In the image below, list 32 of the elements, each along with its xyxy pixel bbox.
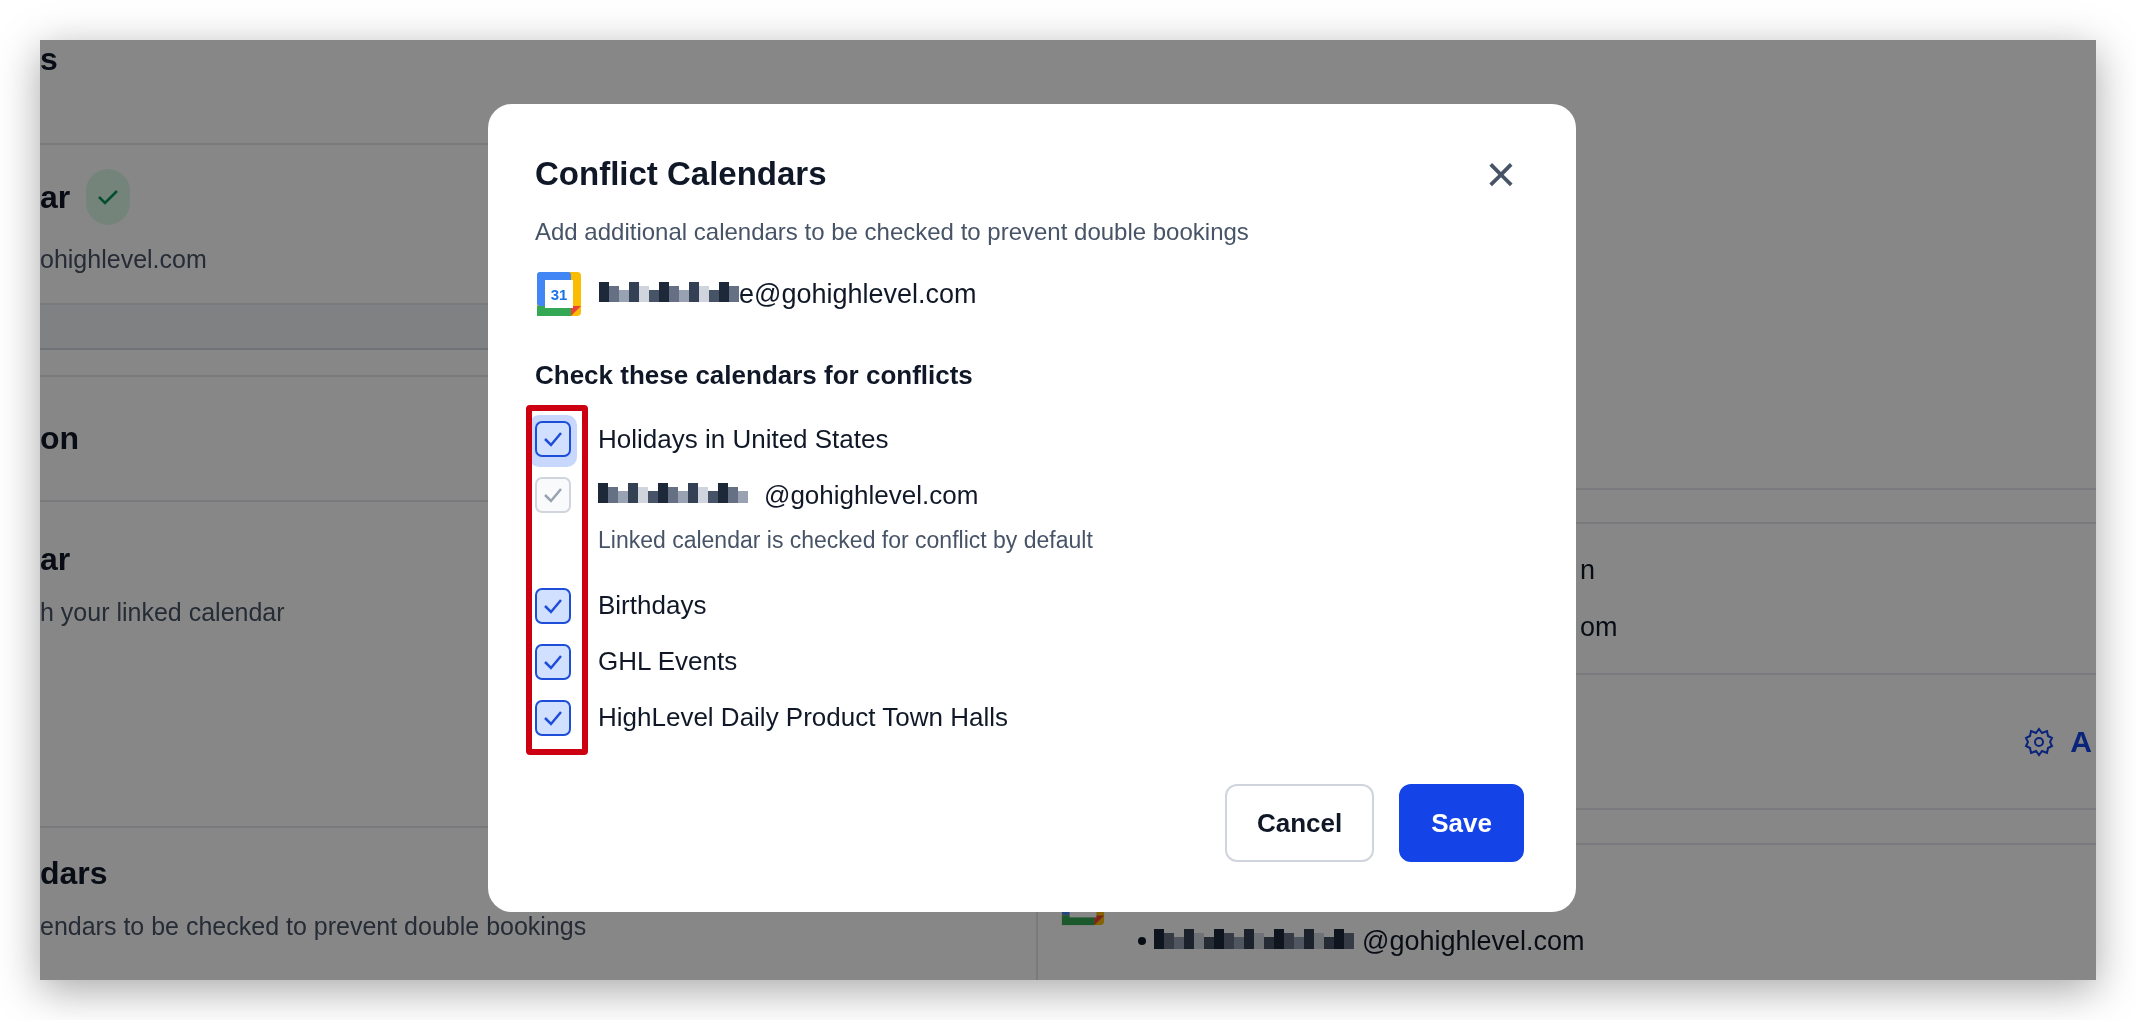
- checkbox[interactable]: [535, 587, 571, 624]
- section-title: ar: [40, 178, 71, 217]
- calendar-icon: 31: [535, 270, 583, 318]
- checkbox[interactable]: [535, 643, 571, 680]
- section-heading: Check these calendars for conflicts: [535, 359, 974, 392]
- section-title: dars: [40, 854, 108, 893]
- checkbox[interactable]: [535, 699, 571, 736]
- calendar-label: Holidays in United States: [598, 422, 889, 456]
- bullet-icon: [1138, 937, 1146, 946]
- account-email: e@gohighlevel.com: [739, 277, 977, 311]
- section-title: on: [40, 419, 80, 458]
- calendar-label: @gohighlevel.com: [764, 478, 979, 512]
- cancel-button[interactable]: Cancel: [1225, 784, 1375, 862]
- section-subtitle: ohighlevel.com: [40, 244, 207, 276]
- email-address: @gohighlevel.com: [1362, 925, 1585, 958]
- checkbox[interactable]: [535, 421, 571, 457]
- section-subtitle: h your linked calendar: [40, 597, 285, 629]
- dialog-title: Conflict Calendars: [535, 154, 827, 194]
- save-button[interactable]: Save: [1399, 784, 1524, 862]
- close-button[interactable]: ×: [1477, 154, 1524, 194]
- section-title: s: [40, 40, 58, 79]
- dialog-description: Add additional calendars to be checked to prevent double bookings: [535, 217, 1250, 247]
- section-title: ar: [40, 540, 71, 579]
- gear-icon: [2024, 726, 2055, 757]
- calendar-label: GHL Events: [598, 645, 738, 678]
- field-value: n: [1579, 554, 1597, 587]
- section-subtitle: endars to be checked to prevent double bookings: [40, 911, 587, 943]
- calendar-note: Linked calendar is checked for conflict by default: [598, 526, 1093, 555]
- field-value: om: [1579, 610, 1619, 644]
- settings-link[interactable]: A: [2024, 719, 2092, 764]
- calendar-label: Birthdays: [598, 589, 707, 622]
- calendar-label: HighLevel Daily Product Town Halls: [598, 701, 1008, 734]
